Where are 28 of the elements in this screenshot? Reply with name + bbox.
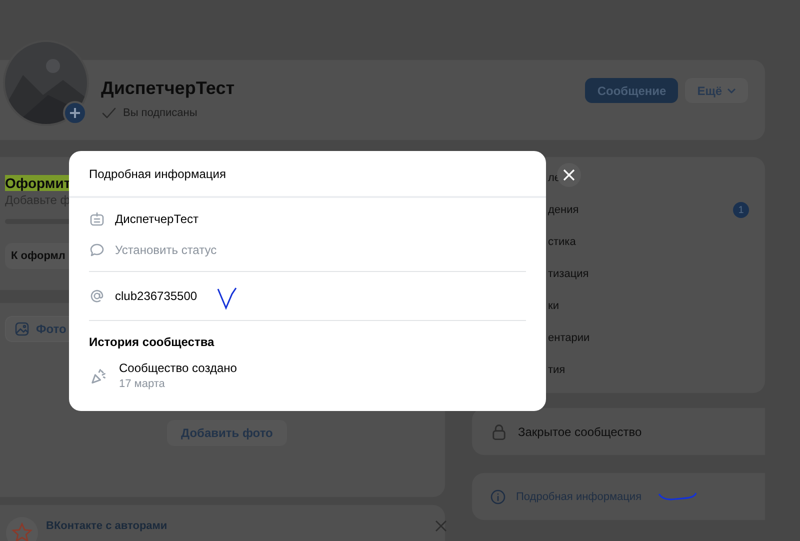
id-card-icon xyxy=(89,210,105,226)
close-icon xyxy=(563,169,575,181)
event-text: Сообщество создано xyxy=(119,361,237,375)
set-status-link[interactable]: Установить статус xyxy=(115,242,217,256)
menu-item[interactable]: ки xyxy=(548,300,749,312)
menu-item[interactable]: стика xyxy=(548,236,749,248)
chevron-icon xyxy=(727,88,736,94)
image-icon xyxy=(14,321,30,337)
community-name: ДиспетчерТест xyxy=(101,78,236,99)
setup-title: Оформит xyxy=(5,175,71,191)
lock-icon xyxy=(490,422,508,440)
menu-item[interactable]: дения xyxy=(548,204,733,216)
menu-item[interactable]: ентарии xyxy=(548,332,749,344)
count-badge: 1 xyxy=(733,202,749,218)
add-photo-icon[interactable] xyxy=(63,101,87,125)
menu-item[interactable]: тия xyxy=(548,364,749,376)
address-text: club236735500 xyxy=(115,289,198,303)
menu-item[interactable]: тизация xyxy=(548,268,749,280)
history-title: История сообщества xyxy=(88,334,216,351)
speech-bubble-icon xyxy=(89,242,105,258)
dialog-title: Подробная информация xyxy=(89,166,226,180)
underline-scribble-drawing xyxy=(658,492,698,502)
party-popper-icon xyxy=(89,366,107,384)
name-text: ДиспетчерТест xyxy=(115,212,199,226)
privacy-label: Закрытое сообщество xyxy=(518,424,642,438)
event-date: 17 марта xyxy=(119,378,166,390)
info-icon xyxy=(490,488,506,504)
at-sign-icon xyxy=(89,288,105,304)
